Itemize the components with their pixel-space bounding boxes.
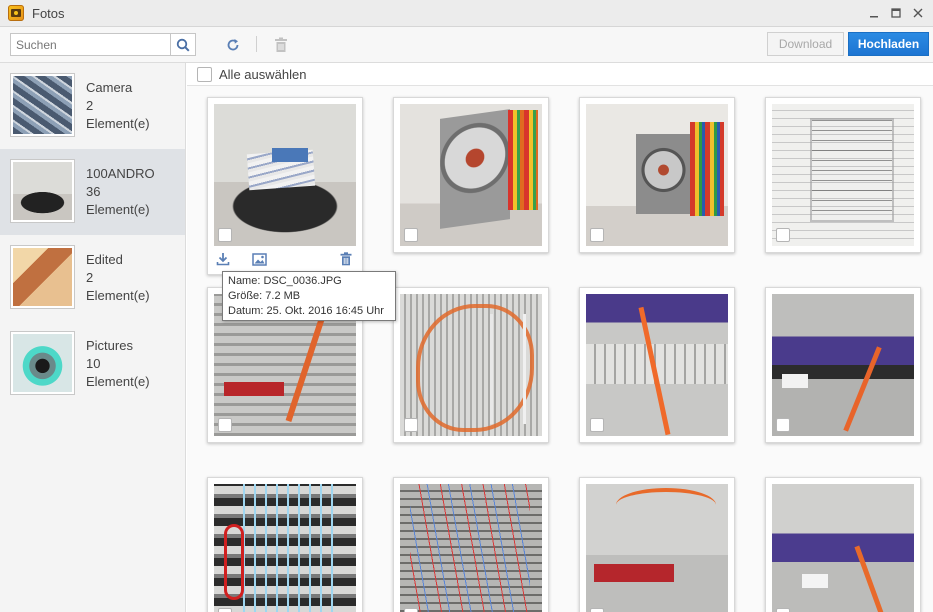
photo-card[interactable] [765, 287, 921, 443]
photo-card[interactable] [393, 477, 549, 612]
album-item-100andro[interactable]: 100ANDRO 36 Element(e) [0, 149, 185, 235]
close-icon [913, 8, 923, 18]
close-button[interactable] [909, 4, 927, 22]
refresh-button[interactable] [223, 35, 243, 55]
photo-card[interactable] [765, 97, 921, 253]
photo-checkbox[interactable] [776, 608, 790, 612]
photo-card[interactable] [393, 287, 549, 443]
album-item-camera[interactable]: Camera 2 Element(e) [0, 63, 185, 149]
photo-thumbnail[interactable] [400, 294, 542, 436]
minimize-button[interactable] [865, 4, 883, 22]
photo-checkbox[interactable] [218, 418, 232, 432]
photo-info-tooltip: Name: DSC_0036.JPG Größe: 7.2 MB Datum: … [222, 271, 396, 321]
album-thumbnail [10, 159, 75, 223]
open-photo-button[interactable] [250, 250, 268, 268]
tooltip-name: Name: DSC_0036.JPG [228, 275, 342, 287]
photo-thumbnail[interactable] [214, 104, 356, 246]
photo-card[interactable] [579, 477, 735, 612]
search-input[interactable] [11, 34, 171, 55]
album-count-unit: Element(e) [86, 202, 150, 217]
tooltip-date: Datum: 25. Okt. 2016 16:45 Uhr [228, 305, 384, 317]
album-name: Edited [86, 252, 123, 267]
photo-thumbnail[interactable] [772, 484, 914, 612]
photo-checkbox[interactable] [590, 418, 604, 432]
album-item-pictures[interactable]: Pictures 10 Element(e) [0, 321, 185, 407]
trash-icon [340, 252, 352, 266]
select-all-bar: Alle auswählen [187, 63, 933, 86]
album-sidebar: Camera 2 Element(e) 100ANDRO 36 Element(… [0, 63, 186, 612]
photo-grid-area: Alle auswählen Name: DSC_0036.JPG Größe:… [187, 63, 933, 612]
delete-photo-button[interactable] [337, 250, 355, 268]
album-name: 100ANDRO [86, 166, 155, 181]
select-all-label: Alle auswählen [219, 66, 307, 82]
toolbar: Download Hochladen [0, 27, 933, 63]
album-info: Camera 2 Element(e) [86, 79, 150, 133]
photo-checkbox[interactable] [218, 228, 232, 242]
photo-checkbox[interactable] [218, 608, 232, 612]
trash-icon [275, 37, 287, 52]
photo-thumbnail[interactable] [214, 484, 356, 612]
maximize-icon [891, 8, 901, 18]
album-count-unit: Element(e) [86, 116, 150, 131]
photos-window: Fotos Download Hochladen [0, 0, 933, 612]
download-photo-button[interactable] [214, 250, 232, 268]
photo-checkbox[interactable] [590, 228, 604, 242]
maximize-button[interactable] [887, 4, 905, 22]
album-count-unit: Element(e) [86, 288, 150, 303]
album-count: 2 [86, 98, 94, 113]
photo-actions [208, 248, 362, 272]
photo-thumbnail[interactable] [772, 104, 914, 246]
album-count: 36 [86, 184, 101, 199]
photo-checkbox[interactable] [590, 608, 604, 612]
album-name: Pictures [86, 338, 133, 353]
album-info: Edited 2 Element(e) [86, 251, 150, 305]
title-bar: Fotos [0, 0, 933, 27]
download-button[interactable]: Download [767, 32, 844, 56]
photo-card[interactable] [207, 477, 363, 612]
photo-thumbnail[interactable] [586, 484, 728, 612]
photo-checkbox[interactable] [404, 608, 418, 612]
toolbar-separator [256, 36, 257, 52]
photo-card[interactable] [207, 97, 363, 275]
photo-thumbnail[interactable] [400, 484, 542, 612]
album-thumbnail [10, 245, 75, 309]
window-controls [865, 4, 927, 22]
photo-card[interactable] [579, 97, 735, 253]
search-icon [176, 38, 190, 52]
photo-thumbnail[interactable] [586, 294, 728, 436]
album-info: 100ANDRO 36 Element(e) [86, 165, 155, 219]
photo-card[interactable] [579, 287, 735, 443]
photo-checkbox[interactable] [776, 228, 790, 242]
tooltip-size: Größe: 7.2 MB [228, 290, 301, 302]
album-name: Camera [86, 80, 133, 95]
album-item-edited[interactable]: Edited 2 Element(e) [0, 235, 185, 321]
window-title: Fotos [32, 5, 65, 21]
download-icon [216, 253, 230, 266]
photo-checkbox[interactable] [776, 418, 790, 432]
album-thumbnail [10, 331, 75, 395]
photo-checkbox[interactable] [404, 228, 418, 242]
photo-thumbnail[interactable] [772, 294, 914, 436]
photo-thumbnail[interactable] [400, 104, 542, 246]
album-count: 10 [86, 356, 101, 371]
album-thumbnail [10, 73, 75, 137]
upload-button[interactable]: Hochladen [848, 32, 929, 56]
select-all-checkbox[interactable] [197, 66, 212, 82]
photo-thumbnail[interactable] [586, 104, 728, 246]
album-info: Pictures 10 Element(e) [86, 337, 150, 391]
album-count-unit: Element(e) [86, 374, 150, 389]
delete-button[interactable] [271, 35, 291, 55]
search-box [10, 33, 196, 56]
album-count: 2 [86, 270, 94, 285]
photo-card[interactable] [393, 97, 549, 253]
photos-app-icon [8, 5, 24, 21]
photo-checkbox[interactable] [404, 418, 418, 432]
image-icon [251, 252, 267, 266]
refresh-icon [227, 39, 239, 51]
photo-card[interactable] [765, 477, 921, 612]
minimize-icon [870, 16, 878, 18]
search-button[interactable] [171, 34, 195, 55]
